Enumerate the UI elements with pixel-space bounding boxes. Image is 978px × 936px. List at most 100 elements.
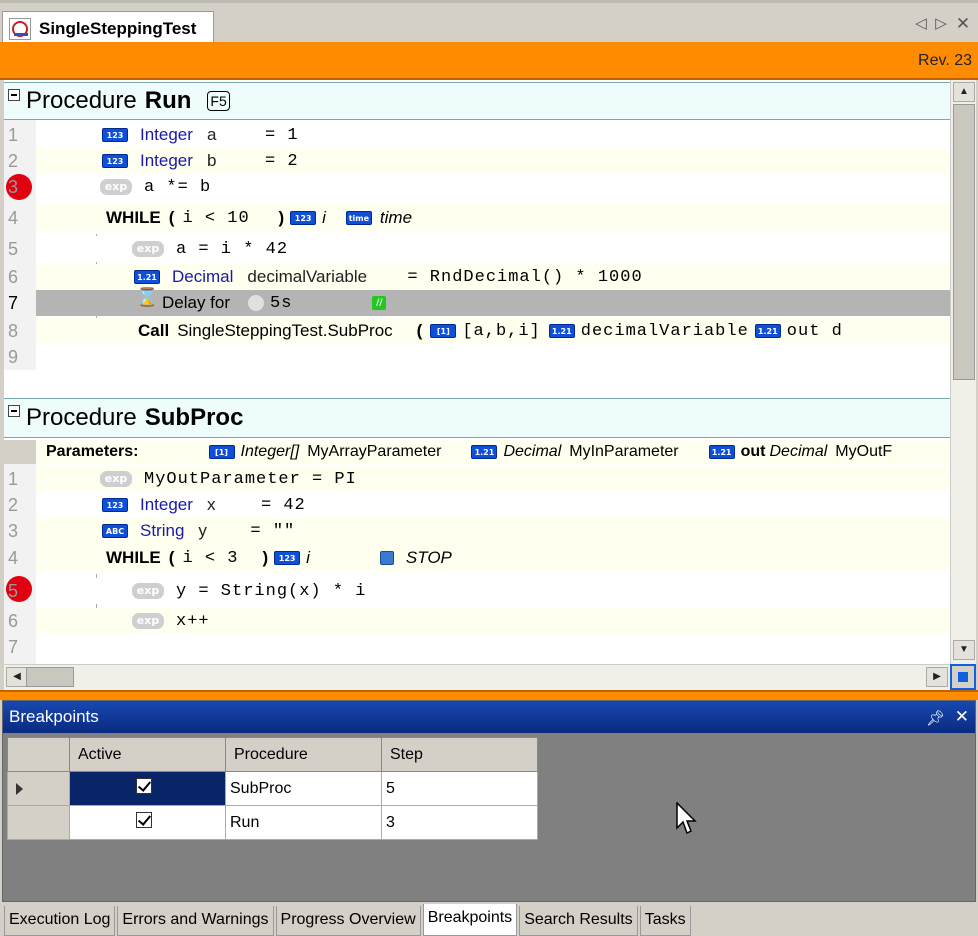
pin-icon[interactable]: 📌︎ [926,709,945,727]
horizontal-scroll-thumb[interactable] [26,667,74,687]
tab-search-results[interactable]: Search Results [519,906,638,936]
code-line[interactable]: 3 ABC String y = "" [8,518,950,544]
horizontal-scrollbar[interactable]: ◀ ▶ [4,664,950,690]
code-line[interactable]: 8 Call SingleSteppingTest.SubProc ( [1] … [8,318,950,344]
table-row[interactable]: SubProc 5 [7,771,538,806]
line-number: 3 [8,520,19,541]
type-keyword: Integer [140,151,193,170]
column-header-step[interactable]: Step [381,737,538,772]
step-cell[interactable]: 3 [381,805,538,840]
collapse-icon[interactable] [8,89,20,101]
while-keyword: WHILE [106,548,161,567]
column-header-active[interactable]: Active [69,737,226,772]
scroll-right-icon[interactable]: ▷ [932,15,950,33]
tab-execution-log[interactable]: Execution Log [4,906,116,936]
close-tab-icon[interactable]: ✕ [954,15,972,33]
line-number: 4 [8,207,19,228]
code-line[interactable]: 5 exp y = String(x) * i [8,578,950,604]
tab-breakpoints[interactable]: Breakpoints [422,904,518,936]
scroll-left-icon[interactable]: ◀ [6,667,28,687]
assignment: = "" [250,521,296,541]
param-type: Decimal [503,443,562,460]
integer-type-icon: 123 [102,154,128,168]
paren-close: ) [278,208,285,227]
step-cell[interactable]: 5 [381,771,538,806]
expression: a *= b [144,177,212,197]
line-number: 7 [8,292,19,313]
breakpoints-panel-title: Breakpoints 📌︎ ✕ [3,701,975,733]
loop-variable: i [322,208,326,227]
scroll-right-icon[interactable]: ▶ [926,667,948,687]
scroll-down-icon[interactable]: ▼ [953,640,975,660]
procedure-header-subproc: Procedure SubProc [4,398,950,438]
code-line[interactable]: 5 exp a = i * 42 [8,236,950,262]
row-selector[interactable] [7,771,70,806]
code-line[interactable]: 7 [8,634,950,660]
paren-open: ( [168,208,175,227]
procedure-keyword: Procedure [26,404,137,431]
delay-keyword: Delay for [162,293,231,312]
variable-name: a [206,125,217,144]
loop-condition: i < 10 [182,208,250,228]
scroll-left-icon[interactable]: ◁ [912,15,930,33]
breakpoints-panel: Breakpoints 📌︎ ✕ Active Procedure Step S… [2,700,976,902]
code-line[interactable]: 4 WHILE ( i < 10 ) 123 i time time [8,204,950,232]
code-line[interactable]: 1 123 Integer a = 1 [8,122,950,148]
decimal-type-icon: 1.21 [471,445,498,459]
tab-progress-overview[interactable]: Progress Overview [275,906,421,936]
expression: MyOutParameter = PI [144,469,357,489]
row-selector[interactable] [7,805,70,840]
integer-type-icon: 123 [102,128,128,142]
param-modifier: out [740,443,766,460]
parameters-row[interactable]: Parameters: [1] Integer[] MyArrayParamet… [4,440,950,464]
code-line[interactable]: 2 123 Integer x = 42 [8,492,950,518]
code-editor[interactable]: Procedure Run F5 1 123 Integer a = 1 2 1… [4,80,950,664]
shortcut-badge: F5 [207,91,230,111]
time-type-icon: time [345,211,372,225]
panel-splitter[interactable] [0,690,978,700]
tab-errors-and-warnings[interactable]: Errors and Warnings [117,906,274,936]
document-tab[interactable]: SingleSteppingTest [2,11,214,45]
active-checkbox-cell[interactable] [69,805,226,840]
column-header-procedure[interactable]: Procedure [225,737,382,772]
decimal-type-icon: 1.21 [708,445,735,459]
panel-title-text: Breakpoints [9,707,99,726]
variable-name: decimalVariable [247,267,368,286]
expression-icon: exp [132,613,164,629]
expression-icon: exp [132,583,164,599]
code-line[interactable]: 1 exp MyOutParameter = PI [8,466,950,492]
collapse-icon[interactable] [8,405,20,417]
expression: y = String(x) * i [176,581,367,601]
code-line[interactable]: 9 [8,344,950,370]
scroll-up-icon[interactable]: ▲ [953,82,975,102]
stop-icon [379,551,394,565]
code-line[interactable]: 3 exp a *= b [8,174,950,200]
procedure-cell[interactable]: Run [225,805,382,840]
close-icon[interactable]: ✕ [955,707,969,727]
code-line-current[interactable]: 7 Delay for 5s // [8,290,950,316]
code-line[interactable]: 2 123 Integer b = 2 [8,148,950,174]
code-line[interactable]: 4 WHILE ( i < 3 ) 123 i STOP [8,544,950,572]
active-checkbox[interactable] [136,778,152,794]
expression-icon: exp [132,241,164,257]
active-checkbox-cell[interactable] [69,771,226,806]
expression-icon: exp [100,179,132,195]
loop-variable: i [306,548,310,567]
vertical-scroll-thumb[interactable] [953,104,975,380]
active-checkbox[interactable] [136,812,152,828]
table-row[interactable]: Run 3 [7,805,538,840]
call-argument: out d [786,321,843,341]
line-number: 4 [8,547,19,568]
vertical-scrollbar[interactable]: ▲ ▼ [950,80,976,664]
tab-tasks[interactable]: Tasks [639,906,691,936]
parameters-label: Parameters: [46,443,139,460]
paren-open: ( [168,548,175,567]
procedure-cell[interactable]: SubProc [225,771,382,806]
code-line[interactable]: 6 1.21 Decimal decimalVariable = RndDeci… [8,264,950,290]
procedure-name: SubProc [144,404,244,431]
while-keyword: WHILE [106,208,161,227]
view-toggle-icon[interactable] [950,664,976,690]
code-line[interactable]: 6 exp x++ [8,608,950,634]
param-type: Integer[] [240,443,300,460]
revision-bar: Rev. 23 [0,42,978,80]
